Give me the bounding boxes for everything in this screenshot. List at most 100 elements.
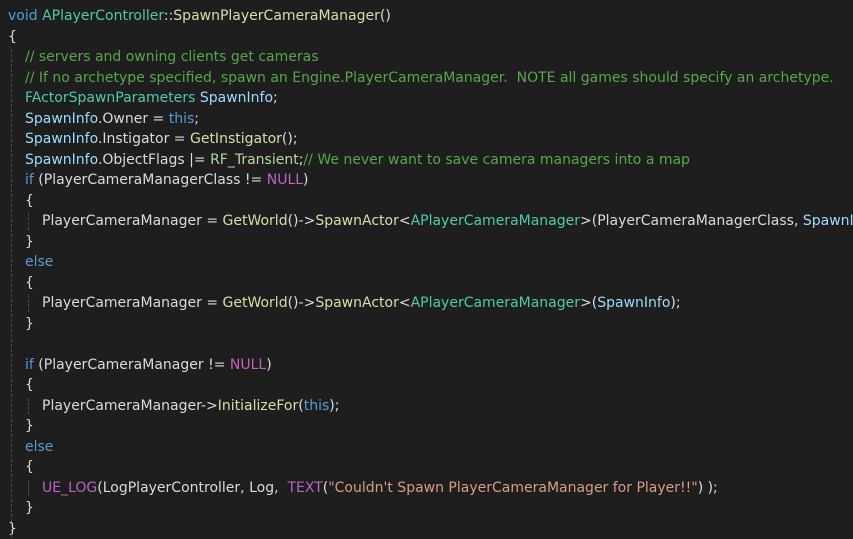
code-line[interactable]: SpawnInfo.ObjectFlags |= RF_Transient;//…	[25, 150, 690, 170]
code-token: // If no archetype specified, spawn an E…	[25, 69, 834, 86]
code-token: ()	[379, 8, 391, 24]
code-token: this	[168, 110, 195, 127]
code-token: Log	[249, 479, 275, 496]
code-line[interactable]: }	[25, 498, 34, 518]
code-token: ,	[274, 479, 288, 496]
code-line[interactable]: {	[25, 273, 34, 293]
code-line[interactable]: }	[25, 232, 34, 252]
code-token: >(	[580, 295, 598, 311]
code-token: ;	[273, 90, 278, 106]
code-token: ,	[240, 479, 250, 496]
code-token: (	[33, 172, 44, 188]
code-line[interactable]: UE_LOG(LogPlayerController, Log, TEXT("C…	[42, 478, 718, 498]
code-token: APlayerCameraManager	[410, 295, 581, 311]
code-line[interactable]: if (PlayerCameraManager != NULL)	[25, 355, 272, 375]
code-line[interactable]: else	[25, 252, 53, 272]
code-token: )	[266, 356, 272, 373]
code-line[interactable]: // servers and owning clients get camera…	[25, 47, 319, 67]
code-line[interactable]: SpawnInfo.Instigator = GetInstigator();	[25, 129, 298, 149]
code-line[interactable]: // If no archetype specified, spawn an E…	[25, 68, 834, 88]
code-token: SpawnActor	[315, 213, 399, 229]
indent-guide	[28, 479, 29, 496]
code-token: APlayerCameraManager	[410, 213, 581, 229]
code-line[interactable]: {	[25, 191, 34, 211]
code-token: =	[201, 213, 223, 229]
code-token: }	[25, 500, 34, 516]
code-token: >(	[580, 213, 598, 229]
code-token: );	[329, 397, 340, 414]
code-token: APlayerController	[42, 8, 164, 24]
code-token: PlayerCameraManagerClass	[597, 213, 794, 229]
code-token: FActorSpawnParameters	[25, 90, 196, 106]
code-token: }	[25, 233, 34, 250]
code-token: (	[33, 356, 44, 373]
code-line[interactable]: {	[25, 375, 34, 395]
indent-guide	[11, 49, 12, 537]
code-token: SpawnInfo	[25, 151, 98, 168]
code-editor[interactable]: void APlayerController::SpawnPlayerCamer…	[0, 0, 853, 537]
code-line[interactable]: PlayerCameraManager = GetWorld()->SpawnA…	[42, 211, 853, 231]
code-line[interactable]: }	[25, 314, 34, 334]
code-line[interactable]: else	[25, 437, 53, 457]
code-token: )	[303, 172, 309, 188]
code-token: GetWorld	[222, 295, 288, 311]
code-token: |=	[184, 151, 211, 168]
indent-guide	[28, 213, 29, 230]
code-token: {	[25, 274, 34, 291]
code-token: =	[148, 110, 169, 127]
code-token: TEXT	[287, 479, 323, 496]
code-token: }	[25, 418, 34, 434]
code-line[interactable]: PlayerCameraManager->InitializeFor(this)…	[42, 396, 339, 416]
code-token: <	[398, 213, 411, 229]
code-token: =	[169, 131, 190, 147]
indent-guide	[28, 295, 29, 312]
code-token: SpawnInfo	[597, 295, 671, 311]
code-token: ->	[200, 397, 218, 414]
code-token: PlayerCameraManagerClass	[43, 172, 241, 188]
code-token: GetWorld	[222, 213, 288, 229]
code-token: SpawnInfo	[199, 90, 274, 106]
code-token: LogPlayerController	[102, 479, 241, 496]
code-token: else	[25, 438, 54, 455]
code-token: Owner	[102, 110, 149, 127]
code-token: // servers and owning clients get camera…	[25, 49, 319, 65]
code-line[interactable]: FActorSpawnParameters SpawnInfo;	[25, 88, 278, 108]
code-token: NULL	[229, 356, 267, 373]
code-token: else	[25, 254, 54, 270]
code-token: ();	[281, 131, 298, 147]
code-token: PlayerCameraManager	[43, 356, 204, 373]
code-token: }	[8, 520, 17, 537]
code-line[interactable]: PlayerCameraManager = GetWorld()->SpawnA…	[42, 293, 681, 313]
code-token: ()->	[287, 213, 316, 229]
code-line[interactable]: SpawnInfo.Owner = this;	[25, 109, 199, 129]
code-token: PlayerCameraManager	[42, 213, 202, 229]
code-token: if	[25, 172, 34, 188]
code-token: this	[303, 397, 330, 414]
code-token: );	[670, 295, 681, 311]
code-token: SpawnInfo	[25, 110, 98, 127]
code-line[interactable]: {	[8, 27, 17, 47]
code-token: }	[25, 315, 34, 332]
code-token: !=	[203, 356, 230, 373]
code-token: ::	[163, 8, 174, 24]
code-token: Instigator	[102, 131, 170, 147]
code-token: !=	[240, 172, 267, 188]
code-line[interactable]: void APlayerController::SpawnPlayerCamer…	[8, 6, 391, 26]
code-token: ()->	[287, 295, 316, 311]
code-token: {	[25, 459, 34, 475]
code-token: <	[398, 295, 411, 311]
code-token: InitializeFor	[217, 397, 299, 414]
code-token: "Couldn't Spawn PlayerCameraManager for …	[328, 479, 698, 496]
code-token: {	[25, 192, 34, 209]
code-line[interactable]: if (PlayerCameraManagerClass != NULL)	[25, 170, 309, 190]
code-line[interactable]: {	[25, 457, 34, 477]
code-line[interactable]: }	[25, 416, 34, 436]
code-token: SpawnInfo	[25, 131, 98, 147]
code-token: GetInstigator	[189, 131, 282, 147]
indent-guide	[28, 397, 29, 414]
code-token: ,	[793, 213, 803, 229]
code-token: =	[201, 295, 223, 311]
code-token: {	[25, 377, 34, 393]
code-token: ) );	[697, 479, 718, 496]
code-token: SpawnInfo	[802, 213, 853, 229]
